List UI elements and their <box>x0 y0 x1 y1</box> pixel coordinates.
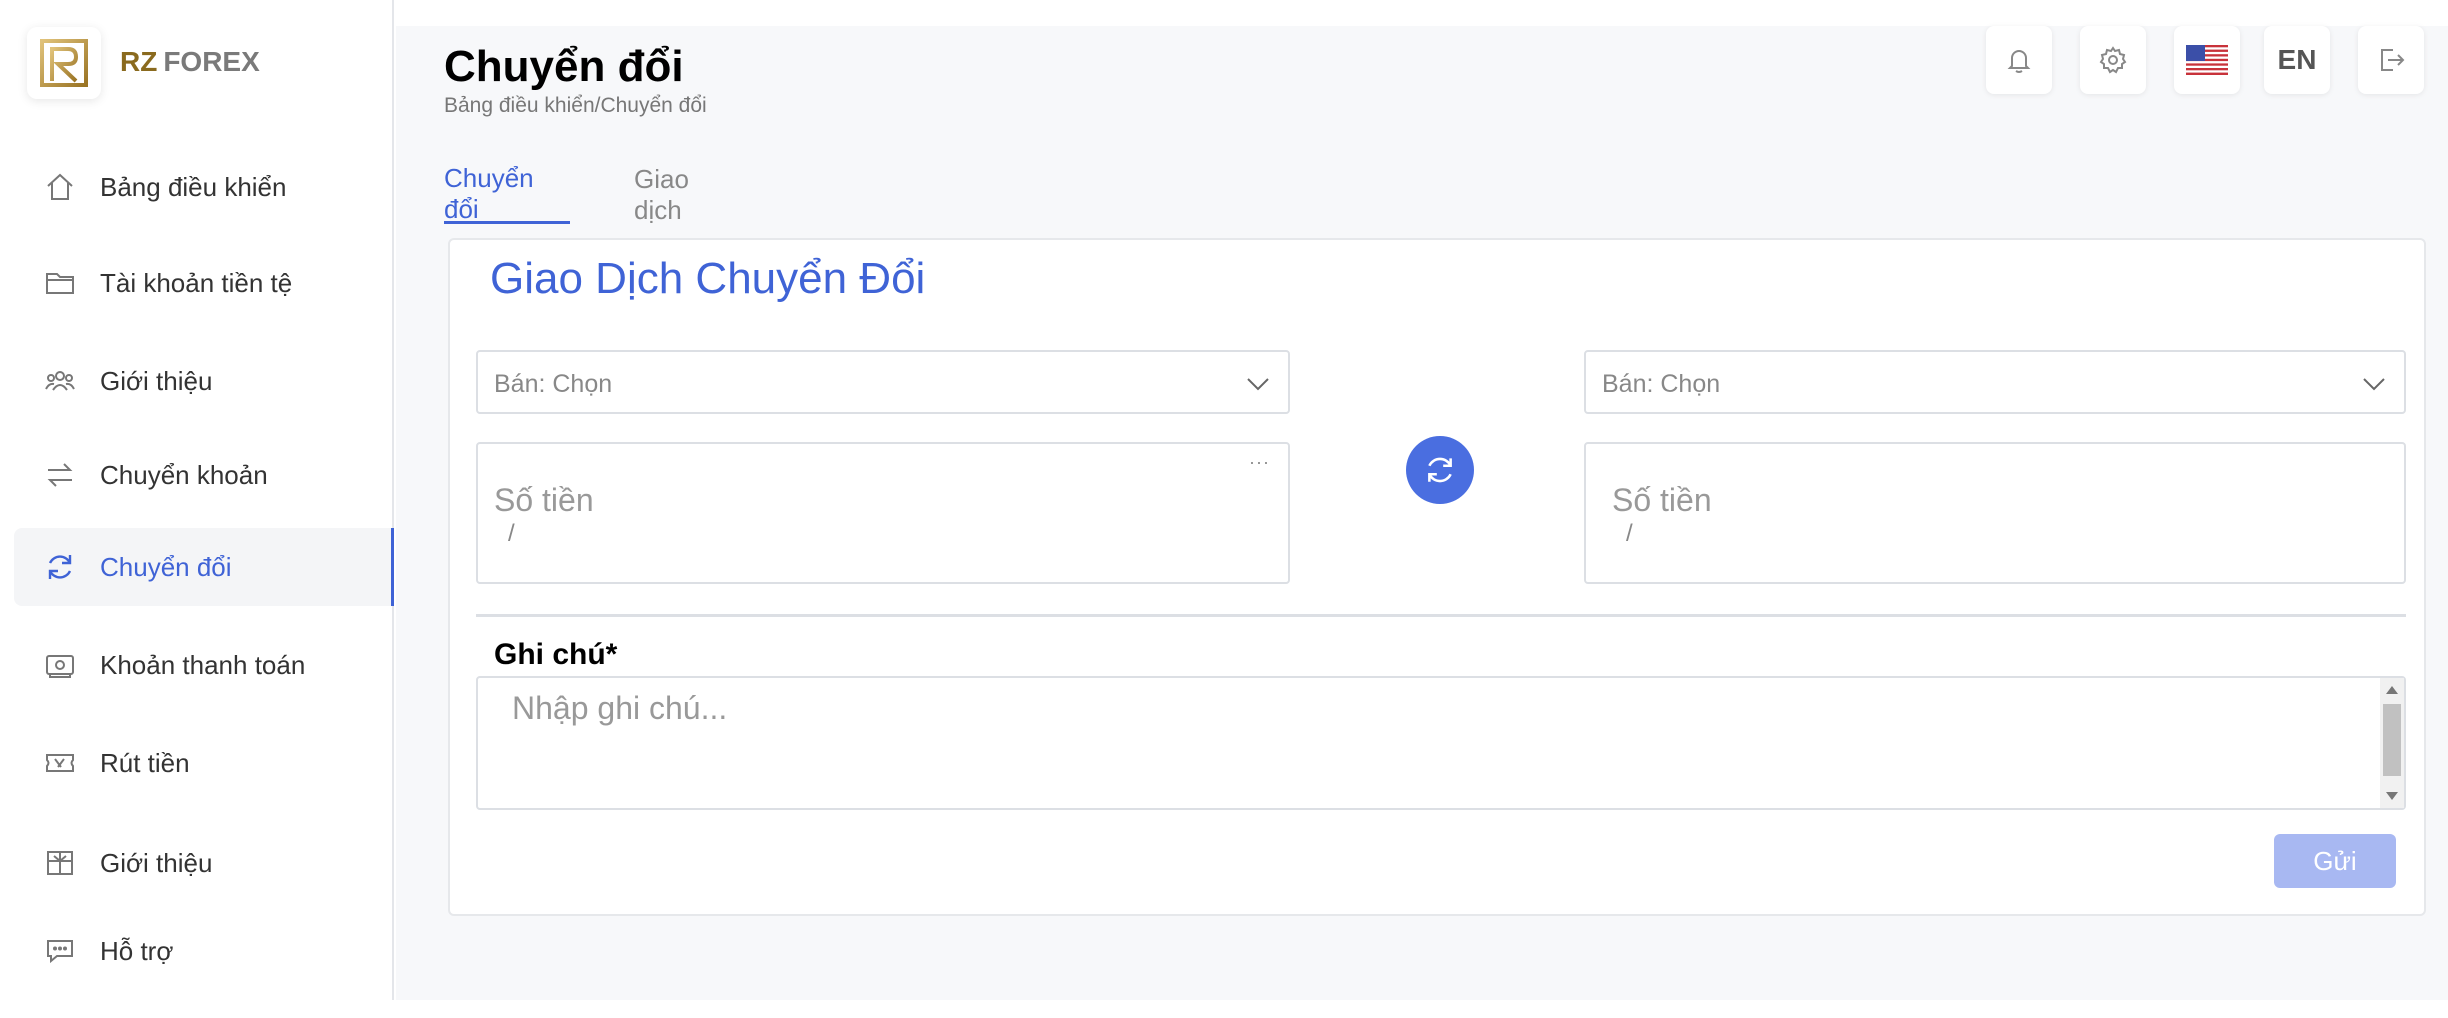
notifications-button[interactable] <box>1986 26 2052 94</box>
sell-currency-select-left[interactable]: Bán: Chọn <box>476 350 1290 414</box>
sidebar-item-payments[interactable]: Khoản thanh toán <box>14 626 392 704</box>
sidebar-item-label: Khoản thanh toán <box>100 649 306 680</box>
note-scrollbar[interactable] <box>2380 678 2404 808</box>
language-button[interactable]: EN <box>2264 26 2330 94</box>
home-icon <box>42 169 78 205</box>
sidebar-item-label: Giới thiệu <box>100 365 213 396</box>
main-content: Chuyển đổi Bảng điều khiển/Chuyển đổi EN… <box>396 26 2448 1000</box>
sidebar-item-referral[interactable]: Giới thiệu <box>14 824 392 902</box>
users-icon <box>42 363 78 399</box>
sidebar-item-support[interactable]: Hỗ trợ <box>14 912 392 990</box>
language-flag-button[interactable] <box>2174 26 2240 94</box>
sidebar-item-label: Hỗ trợ <box>100 935 174 966</box>
logout-button[interactable] <box>2358 26 2424 94</box>
sidebar-item-currency-accounts[interactable]: Tài khoản tiền tệ <box>14 244 392 322</box>
amount-input-left[interactable]: ··· Số tiền / <box>476 442 1290 584</box>
sidebar-item-introduction[interactable]: Giới thiệu <box>14 342 392 420</box>
breadcrumb: Bảng điều khiển/Chuyển đổi <box>444 94 707 117</box>
amount-placeholder: Số tiền <box>494 482 594 518</box>
amount-sub: / <box>508 520 515 547</box>
sidebar-item-withdraw[interactable]: Rút tiền <box>14 724 392 802</box>
sidebar-item-label: Bảng điều khiển <box>100 171 287 202</box>
select-value: Bán: Chọn <box>1602 370 1721 398</box>
refresh-icon <box>1428 457 1452 483</box>
sidebar-item-convert[interactable]: Chuyển đổi <box>14 528 394 606</box>
sidebar-item-label: Chuyển đổi <box>100 551 232 582</box>
brand-name: RZ FOREX <box>120 46 260 78</box>
brand-logo[interactable] <box>27 27 101 99</box>
logout-icon <box>2381 49 2405 71</box>
amount-placeholder: Số tiền <box>1612 482 1712 518</box>
tab-convert[interactable]: Chuyển đổi <box>444 163 570 224</box>
sidebar-item-dashboard[interactable]: Bảng điều khiển <box>14 148 392 226</box>
sell-currency-select-right[interactable]: Bán: Chọn <box>1584 350 2406 414</box>
amount-input-right[interactable]: Số tiền / <box>1584 442 2406 584</box>
scroll-thumb[interactable] <box>2383 704 2401 776</box>
sidebar-item-label: Rút tiền <box>100 747 190 778</box>
folder-icon <box>42 265 78 301</box>
bell-icon <box>2007 50 2031 73</box>
chevron-down-icon <box>2363 378 2385 391</box>
rz-logo-icon <box>40 39 88 87</box>
ticket-icon <box>42 745 78 781</box>
amount-sub: / <box>1626 520 1633 547</box>
select-value: Bán: Chọn <box>494 370 613 398</box>
sidebar: RZ FOREX Bảng điều khiển Tài khoản tiền t… <box>0 0 394 1000</box>
divider <box>476 614 2406 617</box>
sidebar-item-transfer[interactable]: Chuyển khoản <box>14 436 392 514</box>
brand-label: FOREX <box>163 46 260 77</box>
chevron-down-icon <box>1247 378 1269 391</box>
swap-button[interactable] <box>1406 436 1474 504</box>
transfer-arrows-icon <box>42 457 78 493</box>
chat-icon <box>42 933 78 969</box>
brand-short: RZ <box>120 46 158 77</box>
submit-button[interactable]: Gửi <box>2274 834 2396 888</box>
note-placeholder: Nhập ghi chú... <box>512 690 728 726</box>
tab-transactions[interactable]: Giao dịch <box>634 164 689 225</box>
conversion-form-card: Giao Dịch Chuyển Đổi Bán: Chọn Bán: Chọn… <box>448 238 2426 916</box>
refresh-icon <box>42 549 78 585</box>
note-textarea[interactable]: Nhập ghi chú... <box>476 676 2406 810</box>
scroll-up-icon[interactable] <box>2386 686 2398 694</box>
scroll-down-icon[interactable] <box>2386 792 2398 800</box>
money-icon <box>42 647 78 683</box>
sidebar-item-label: Chuyển khoản <box>100 459 268 490</box>
us-flag-icon <box>2186 45 2228 75</box>
gear-icon <box>2099 46 2127 74</box>
more-icon[interactable]: ··· <box>1249 452 1270 473</box>
sidebar-item-label: Giới thiệu <box>100 847 213 878</box>
page-title: Chuyển đổi <box>444 42 684 91</box>
sidebar-item-label: Tài khoản tiền tệ <box>100 267 293 298</box>
gift-icon <box>42 845 78 881</box>
form-title: Giao Dịch Chuyển Đổi <box>490 254 926 303</box>
settings-button[interactable] <box>2080 26 2146 94</box>
note-label: Ghi chú* <box>494 638 618 671</box>
